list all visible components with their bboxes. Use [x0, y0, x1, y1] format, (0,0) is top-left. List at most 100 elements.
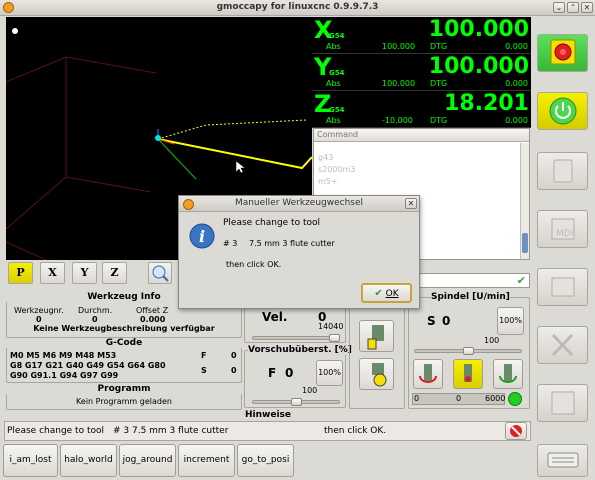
dialog-tool-number: # 3 — [223, 239, 238, 248]
dro-value: 100.000 — [428, 17, 529, 42]
dro-abs-label: Abs — [326, 79, 341, 88]
dro-dtg-label: DTG — [430, 116, 448, 125]
dro-abs-value: 100.000 — [382, 42, 416, 51]
gcode-line: M0 M5 M6 M9 M48 M53 — [10, 351, 117, 360]
feed-f-value: 0 — [285, 366, 294, 380]
ok-label: OK — [385, 289, 399, 299]
scrollbar-thumb[interactable] — [522, 233, 528, 253]
hints-title: Hinweise — [245, 410, 291, 420]
mouse-cursor-icon — [235, 160, 246, 174]
mode-auto-button[interactable] — [537, 268, 588, 306]
spindle-forward-button[interactable] — [413, 359, 443, 389]
view-z-button[interactable]: Z — [102, 262, 127, 284]
user-tabs-icon — [551, 391, 575, 415]
dro-x[interactable]: X G54 100.000 Abs 100.000 DTG 0.000 — [312, 17, 531, 54]
dro-abs-label: Abs — [326, 116, 341, 125]
machine-limits-box — [6, 56, 157, 260]
clear-hints-button[interactable] — [505, 422, 527, 440]
hint-message-part2: # 3 7.5 mm 3 flute cutter — [113, 426, 229, 436]
dro-y[interactable]: Y G54 100.000 Abs 100.000 DTG 0.000 — [312, 54, 531, 91]
hint-message-part3: then click OK. — [324, 426, 387, 436]
macro-button-go-to-posi[interactable]: go_to_posi — [237, 444, 294, 477]
dialog-ok-button[interactable]: ✔ OK — [361, 283, 412, 303]
dialog-app-icon — [183, 199, 194, 210]
spindle-bar-max: 6000 — [485, 394, 506, 403]
change-tool-button[interactable] — [359, 320, 394, 352]
dro-z[interactable]: Z G54 18.201 Abs -10.000 DTG 0.000 — [312, 91, 531, 128]
tools-icon — [551, 333, 574, 357]
tool-change-dialog[interactable]: Manueller Werkzeugwechsel ✕ i Please cha… — [178, 195, 420, 309]
spindle-override-handle[interactable] — [463, 347, 474, 355]
mdi-scrollbar[interactable] — [520, 143, 529, 259]
dro-system: G54 — [329, 69, 345, 77]
tool-number-label: Werkzeugnr. — [14, 306, 64, 315]
macro-button-increment[interactable]: increment — [178, 444, 235, 477]
svg-text:i: i — [199, 227, 205, 246]
tool-set-icon — [372, 363, 387, 387]
dro-value: 100.000 — [428, 54, 529, 79]
spindle-override-value: 100 — [484, 336, 500, 345]
window-title: gmoccapy for linuxcnc 0.9.9.7.3 — [216, 2, 379, 12]
minimize-button[interactable]: ⌄ — [553, 2, 565, 13]
tool-description: Keine Werkzeugbeschreibung verfügbar — [33, 324, 215, 333]
spindle-ccw-icon — [419, 364, 437, 383]
spindle-s-value: 0 — [442, 314, 451, 328]
user-tabs-button[interactable] — [537, 384, 588, 422]
tool-diameter-value: 0 — [92, 315, 98, 324]
view-perspective-button[interactable]: P — [8, 262, 33, 284]
mode-manual-button[interactable] — [537, 152, 588, 190]
machine-on-button[interactable] — [537, 92, 588, 130]
list-item[interactable]: m5+ — [314, 176, 529, 188]
feed-reset-button[interactable]: 100% — [316, 360, 343, 386]
info-icon: i — [189, 223, 215, 249]
gcode-f-value: 0 — [231, 351, 237, 360]
dro-abs-label: Abs — [326, 42, 341, 51]
velocity-slider-handle[interactable] — [329, 334, 340, 342]
gcode-f-label: F — [201, 351, 207, 360]
spindle-at-speed-led — [508, 392, 522, 406]
spindle-bar-min: 0 — [414, 394, 420, 403]
dro-system: G54 — [329, 32, 345, 40]
dialog-close-button[interactable]: ✕ — [405, 198, 417, 209]
macro-button-jog-around[interactable]: jog_around — [119, 444, 176, 477]
maximize-button[interactable]: ⌃ — [567, 2, 579, 13]
list-item[interactable]: g43 — [314, 152, 529, 164]
estop-button[interactable] — [537, 34, 588, 72]
keyboard-button[interactable] — [537, 444, 588, 477]
settings-button[interactable] — [537, 326, 588, 364]
tool-change-icon — [367, 325, 384, 350]
gcode-title: G-Code — [6, 338, 242, 348]
close-window-button[interactable]: ✕ — [581, 2, 593, 13]
view-orientation-icon — [12, 28, 18, 34]
zoom-button[interactable] — [148, 262, 172, 284]
dialog-line3: then click OK. — [226, 260, 282, 269]
spindle-cw-icon — [499, 364, 517, 383]
feed-f-label: F — [268, 366, 277, 380]
gcode-s-value: 0 — [231, 366, 237, 375]
macro-button-halo-world[interactable]: halo_world — [60, 444, 117, 477]
view-y-button[interactable]: Y — [72, 262, 97, 284]
spindle-reverse-button[interactable] — [493, 359, 523, 389]
spindle-stop-icon — [464, 364, 472, 382]
feed-override-slider-handle[interactable] — [291, 398, 302, 406]
tool-offset-label: Offset Z — [136, 306, 169, 315]
svg-text:MDI: MDI — [556, 229, 573, 239]
dro-dtg-value: 0.000 — [505, 42, 528, 51]
set-tool-button[interactable] — [359, 358, 394, 390]
mode-mdi-button[interactable]: MDI — [537, 210, 588, 248]
velocity-slider[interactable] — [252, 336, 340, 340]
title-bar: gmoccapy for linuxcnc 0.9.9.7.3 ⌄ ⌃ ✕ — [0, 0, 595, 16]
gcode-s-label: S — [201, 366, 207, 375]
program-title: Programm — [6, 384, 242, 394]
spindle-reset-button[interactable]: 100% — [497, 307, 524, 335]
spindle-stop-button[interactable] — [453, 359, 483, 389]
dro-value: 18.201 — [444, 91, 529, 116]
dro-abs-value: -10.000 — [382, 116, 413, 125]
dro-dtg-label: DTG — [430, 42, 448, 51]
tool-number-value: 0 — [36, 315, 42, 324]
view-x-button[interactable]: X — [40, 262, 65, 284]
macro-button-i-am-lost[interactable]: i_am_lost — [3, 444, 58, 477]
checkmark-icon[interactable]: ✔ — [517, 274, 526, 287]
list-item[interactable]: s2000m3 — [314, 164, 529, 176]
dialog-line1: Please change to tool — [223, 218, 320, 228]
